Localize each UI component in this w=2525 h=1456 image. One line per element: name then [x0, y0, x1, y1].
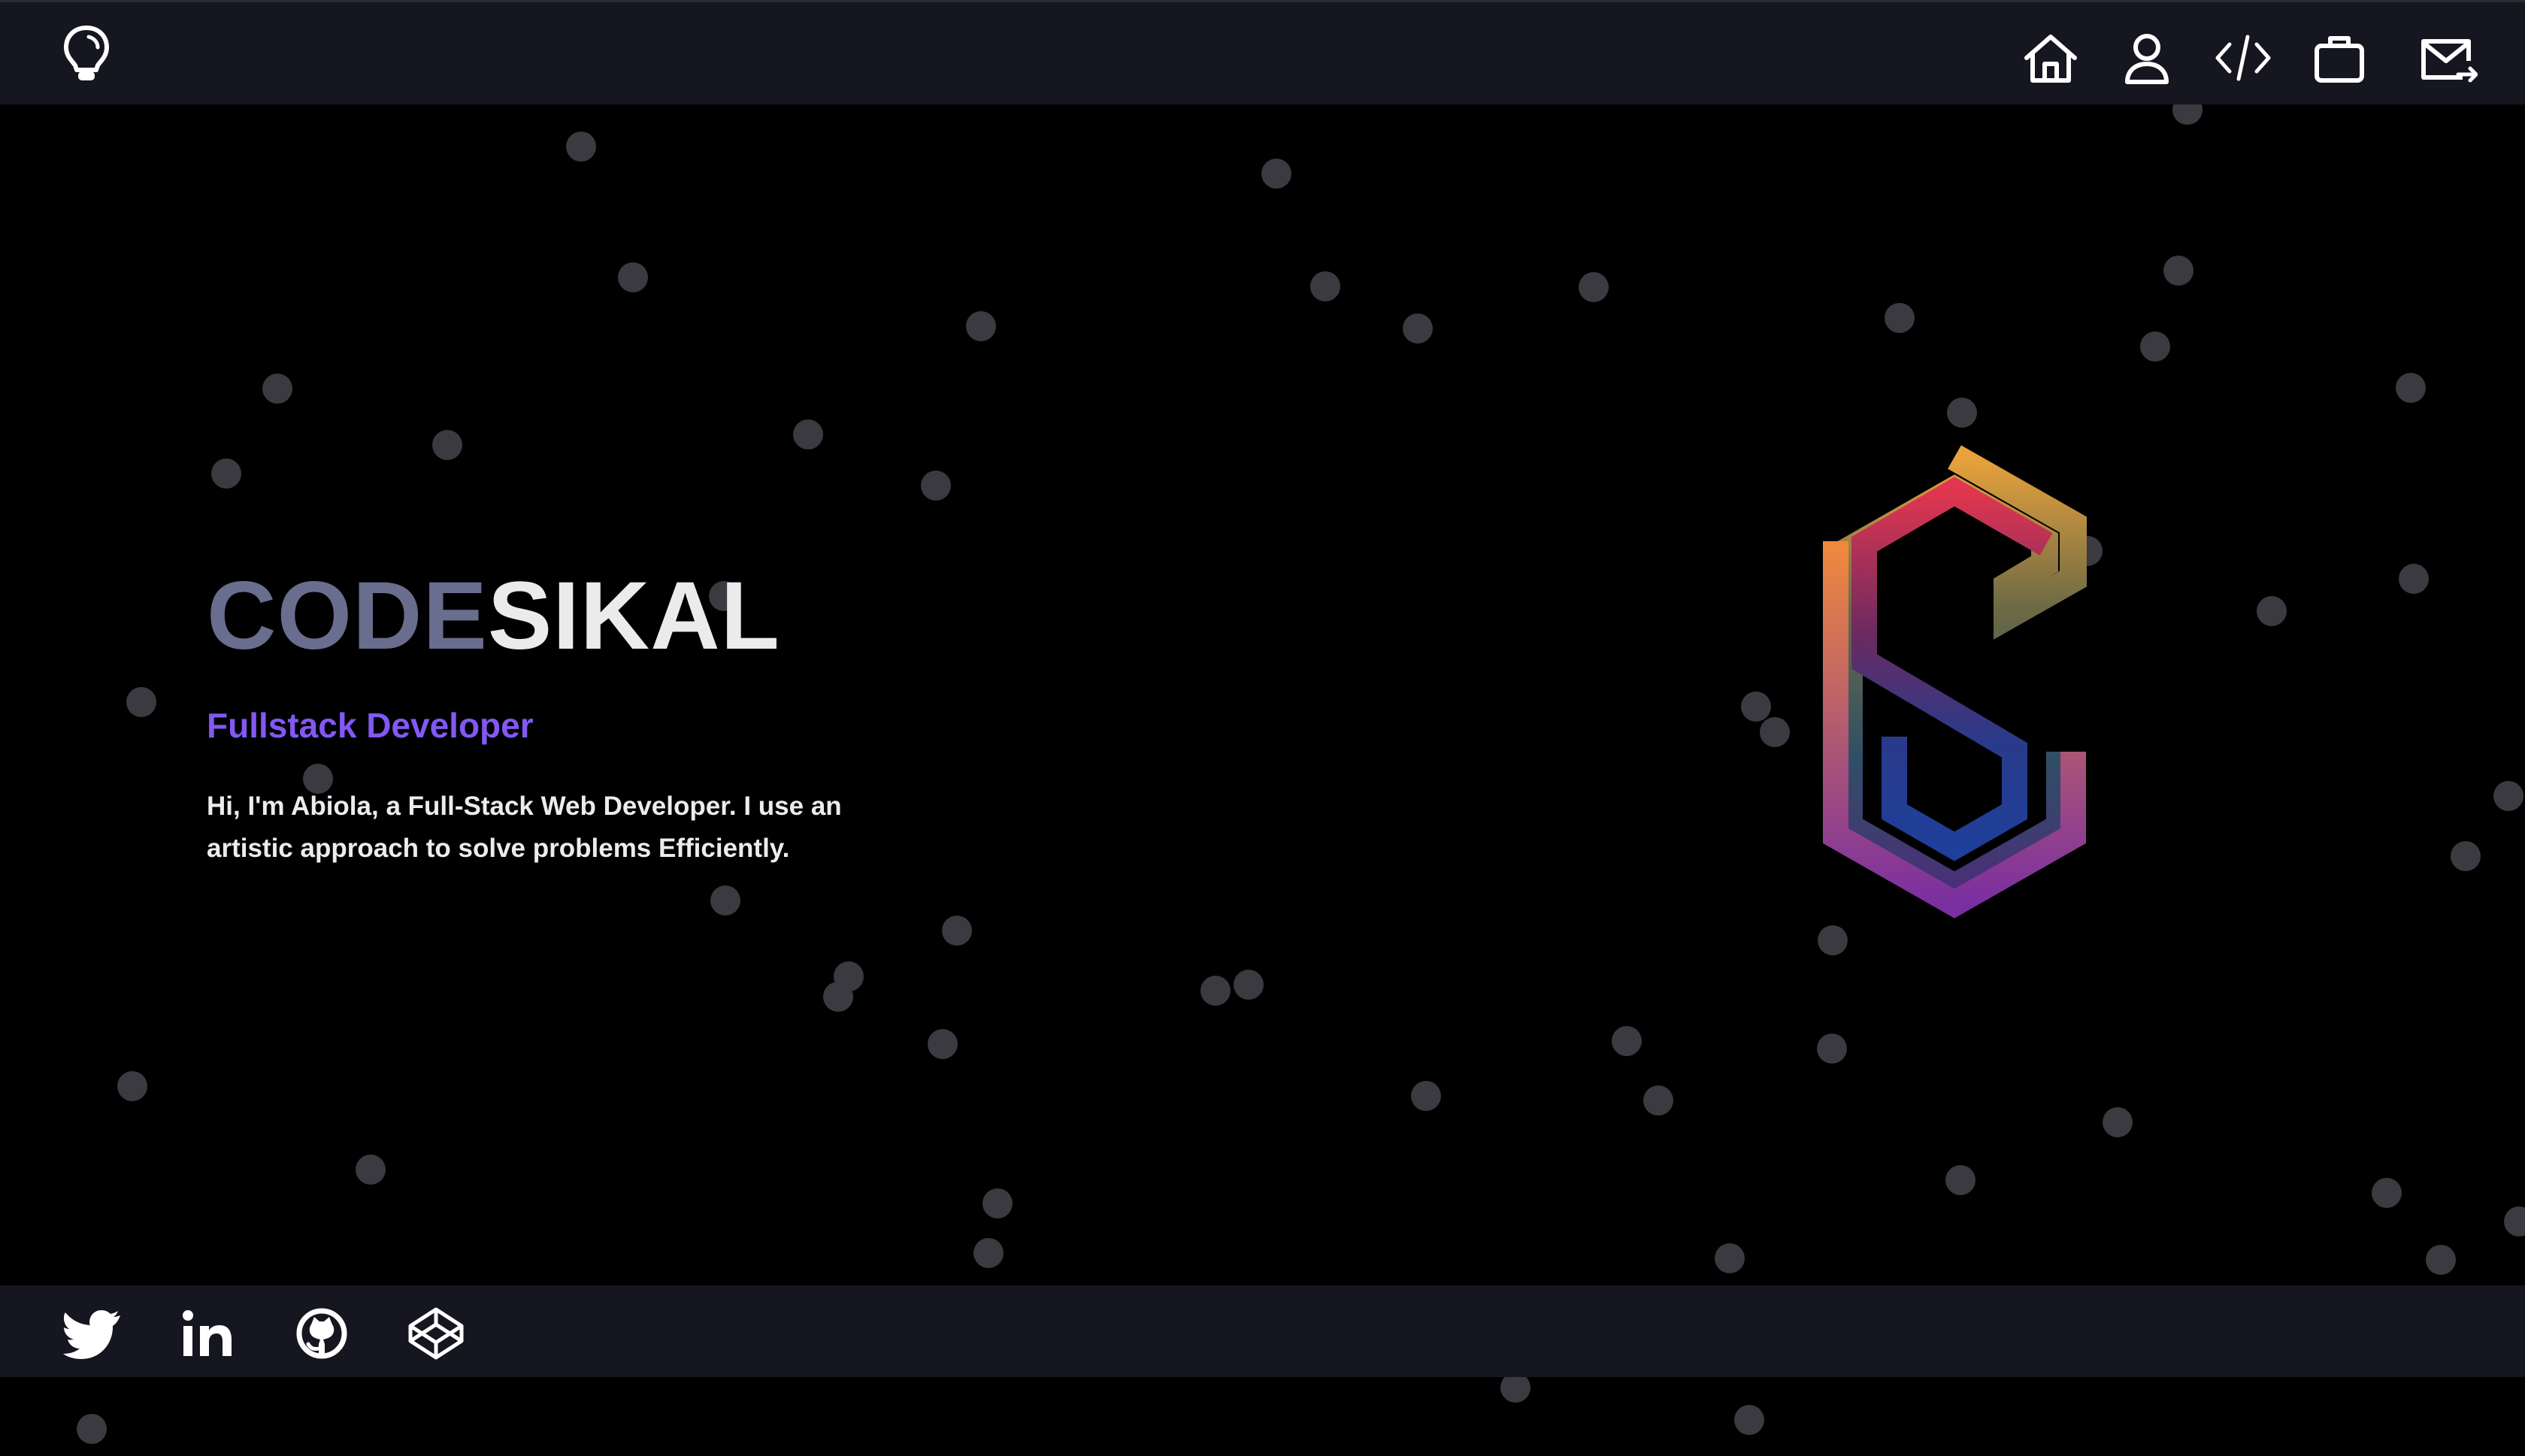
mail-icon[interactable] — [2418, 31, 2478, 85]
site-title: CODESIKAL — [207, 560, 883, 673]
particle-dot — [823, 982, 853, 1012]
hero-section: CODESIKAL Fullstack Developer Hi, I'm Ab… — [207, 560, 883, 870]
intro-text: Hi, I'm Abiola, a Full-Stack Web Develop… — [207, 792, 842, 863]
particle-dot — [2451, 841, 2481, 871]
particle-dot — [566, 132, 596, 162]
particle-dot — [921, 471, 951, 501]
particle-dot — [2399, 564, 2429, 594]
twitter-icon[interactable] — [63, 1306, 123, 1361]
particle-dot — [1741, 692, 1771, 722]
particle-dot — [2257, 596, 2287, 626]
particle-dot — [1715, 1243, 1745, 1273]
particle-dot — [618, 262, 648, 292]
particle-dot — [211, 459, 241, 489]
code-icon[interactable] — [2213, 31, 2273, 85]
particle-dot — [1310, 271, 1340, 301]
particle-dot — [1947, 398, 1977, 428]
particle-dot — [1500, 1373, 1530, 1403]
particle-dot — [1403, 313, 1433, 344]
codepen-icon[interactable] — [406, 1306, 466, 1361]
particle-dot — [1945, 1165, 1975, 1195]
nav-home[interactable] — [444, 31, 504, 85]
particle-dot — [2163, 256, 2193, 286]
briefcase-icon[interactable] — [2309, 31, 2369, 85]
particle-dot — [928, 1029, 958, 1059]
particle-dot — [126, 687, 156, 717]
particle-dot — [2396, 373, 2426, 403]
linkedin-icon[interactable] — [177, 1306, 238, 1361]
particle-dot — [966, 311, 996, 341]
logo-stroke — [1851, 477, 2053, 861]
particle-dot — [973, 1238, 1004, 1268]
particle-dot — [356, 1155, 386, 1185]
github-icon[interactable] — [292, 1306, 352, 1361]
particle-dot — [1760, 717, 1790, 747]
particle-dot — [1200, 976, 1231, 1006]
particle-dot — [2103, 1107, 2133, 1137]
particle-dot — [117, 1071, 147, 1101]
particle-dot — [710, 885, 740, 916]
site-title-sikal: SIKAL — [487, 562, 780, 670]
particle-dot — [262, 374, 292, 404]
particle-dot — [2426, 1245, 2456, 1275]
social-bar — [0, 1285, 2525, 1377]
particle-dot — [432, 430, 462, 460]
particle-dot — [942, 916, 972, 946]
page: CODESIKAL Fullstack Developer Hi, I'm Ab… — [0, 0, 2525, 1456]
lightbulb-icon[interactable] — [60, 23, 113, 86]
particle-dot — [793, 419, 823, 450]
codesikal-s-logo — [1823, 445, 2087, 919]
site-title-code: CODE — [207, 562, 488, 670]
particle-dot — [1411, 1081, 1441, 1111]
particle-dot — [1734, 1405, 1764, 1435]
role-heading: Fullstack Developer — [207, 706, 534, 745]
particle-dot — [1885, 303, 1915, 333]
user-icon[interactable] — [2117, 31, 2177, 85]
particle-dot — [1612, 1026, 1642, 1056]
particle-dot — [1643, 1085, 1673, 1115]
home-icon[interactable] — [2021, 31, 2081, 85]
particle-dot — [2493, 781, 2523, 811]
particle-dot — [1261, 159, 1291, 189]
particle-dot — [982, 1188, 1013, 1218]
particle-dot — [77, 1414, 107, 1444]
particle-dot — [1579, 272, 1609, 302]
particle-dot — [2504, 1206, 2525, 1237]
particle-dot — [2372, 1178, 2402, 1208]
particle-dot — [1234, 970, 1264, 1000]
particle-dot — [1817, 1034, 1847, 1064]
top-navbar — [0, 0, 2525, 104]
particle-dot — [2140, 331, 2170, 362]
